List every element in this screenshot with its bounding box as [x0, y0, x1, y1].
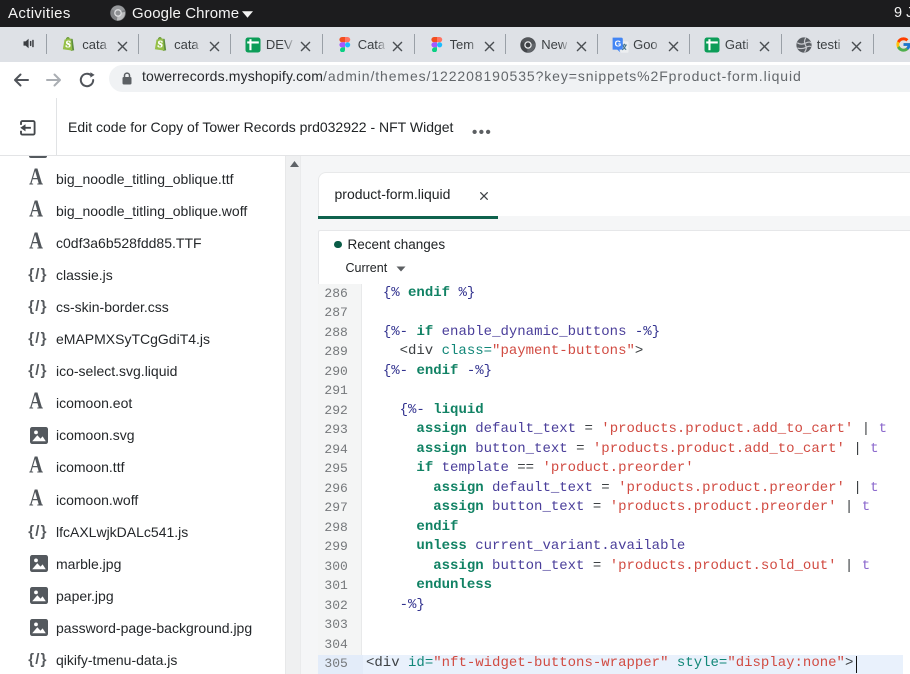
svg-text:G: G: [615, 38, 622, 48]
svg-text:S: S: [157, 39, 163, 50]
svg-text:S: S: [65, 39, 71, 50]
